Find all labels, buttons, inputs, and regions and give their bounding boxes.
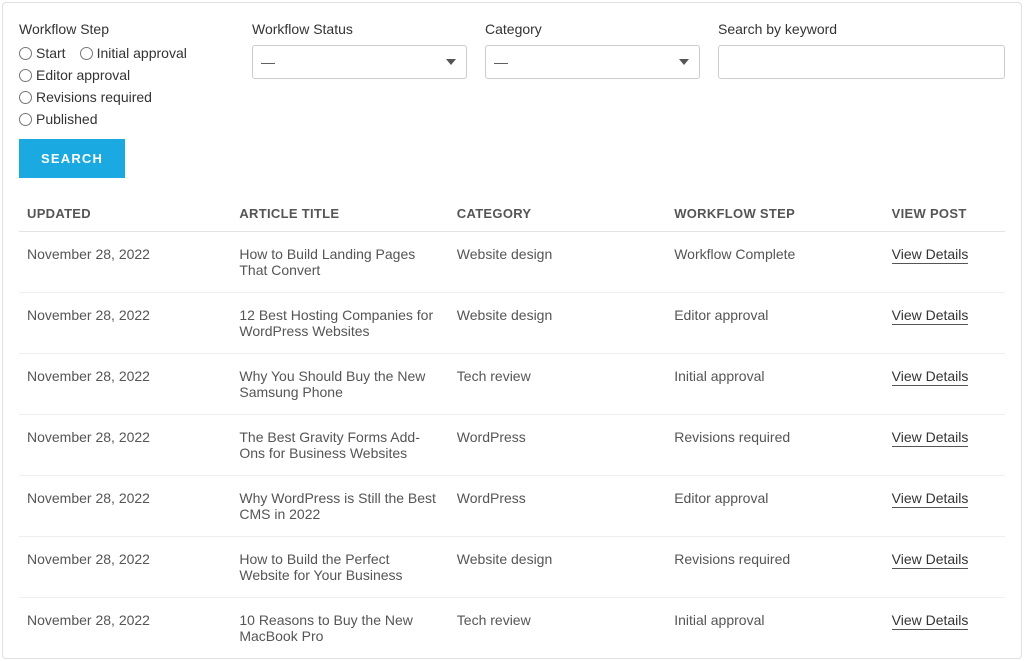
category-label: Category <box>485 21 700 37</box>
cell-step: Workflow Complete <box>666 232 883 293</box>
cell-step: Editor approval <box>666 293 883 354</box>
radio-published-input[interactable] <box>19 113 32 126</box>
cell-updated: November 28, 2022 <box>19 415 231 476</box>
view-details-link[interactable]: View Details <box>892 429 969 447</box>
col-header-view: VIEW POST <box>884 196 1005 232</box>
col-header-updated: UPDATED <box>19 196 231 232</box>
workflow-status-filter: Workflow Status — <box>252 21 467 79</box>
cell-updated: November 28, 2022 <box>19 598 231 659</box>
workflow-step-radios: Start Initial approval Editor approval R… <box>19 45 234 127</box>
cell-title: Why WordPress is Still the Best CMS in 2… <box>231 476 448 537</box>
cell-step: Initial approval <box>666 598 883 659</box>
results-table: UPDATED ARTICLE TITLE CATEGORY WORKFLOW … <box>19 196 1005 658</box>
radio-initial-approval-label: Initial approval <box>97 45 187 61</box>
cell-step: Initial approval <box>666 354 883 415</box>
view-details-link[interactable]: View Details <box>892 612 969 630</box>
cell-view: View Details <box>884 476 1005 537</box>
cell-category: Website design <box>449 232 666 293</box>
workflow-step-label: Workflow Step <box>19 21 234 37</box>
workflow-status-select[interactable]: — <box>252 45 467 79</box>
view-details-link[interactable]: View Details <box>892 246 969 264</box>
keyword-filter: Search by keyword <box>718 21 1005 79</box>
radio-start[interactable]: Start <box>19 45 66 61</box>
radio-editor-approval-label: Editor approval <box>36 67 130 83</box>
category-filter: Category — <box>485 21 700 79</box>
table-row: November 28, 2022How to Build Landing Pa… <box>19 232 1005 293</box>
cell-step: Editor approval <box>666 476 883 537</box>
radio-revisions-required-label: Revisions required <box>36 89 152 105</box>
view-details-link[interactable]: View Details <box>892 368 969 386</box>
view-details-link[interactable]: View Details <box>892 307 969 325</box>
radio-published[interactable]: Published <box>19 111 98 127</box>
cell-view: View Details <box>884 354 1005 415</box>
cell-view: View Details <box>884 598 1005 659</box>
col-header-category: CATEGORY <box>449 196 666 232</box>
table-row: November 28, 2022The Best Gravity Forms … <box>19 415 1005 476</box>
cell-step: Revisions required <box>666 537 883 598</box>
view-details-link[interactable]: View Details <box>892 551 969 569</box>
col-header-step: WORKFLOW STEP <box>666 196 883 232</box>
radio-start-input[interactable] <box>19 47 32 60</box>
workflow-status-label: Workflow Status <box>252 21 467 37</box>
cell-category: WordPress <box>449 415 666 476</box>
cell-view: View Details <box>884 293 1005 354</box>
cell-updated: November 28, 2022 <box>19 232 231 293</box>
radio-editor-approval-input[interactable] <box>19 69 32 82</box>
cell-title: How to Build Landing Pages That Convert <box>231 232 448 293</box>
cell-category: Tech review <box>449 354 666 415</box>
cell-title: 10 Reasons to Buy the New MacBook Pro <box>231 598 448 659</box>
keyword-input[interactable] <box>718 45 1005 79</box>
cell-category: Website design <box>449 293 666 354</box>
cell-view: View Details <box>884 537 1005 598</box>
cell-title: How to Build the Perfect Website for You… <box>231 537 448 598</box>
radio-editor-approval[interactable]: Editor approval <box>19 67 130 83</box>
view-details-link[interactable]: View Details <box>892 490 969 508</box>
cell-title: 12 Best Hosting Companies for WordPress … <box>231 293 448 354</box>
table-row: November 28, 2022Why WordPress is Still … <box>19 476 1005 537</box>
col-header-title: ARTICLE TITLE <box>231 196 448 232</box>
radio-initial-approval[interactable]: Initial approval <box>80 45 187 61</box>
filters-row: Workflow Step Start Initial approval Edi… <box>19 21 1005 127</box>
cell-view: View Details <box>884 232 1005 293</box>
cell-updated: November 28, 2022 <box>19 476 231 537</box>
cell-category: WordPress <box>449 476 666 537</box>
cell-updated: November 28, 2022 <box>19 537 231 598</box>
cell-updated: November 28, 2022 <box>19 293 231 354</box>
cell-category: Tech review <box>449 598 666 659</box>
search-button[interactable]: SEARCH <box>19 139 125 178</box>
radio-revisions-required[interactable]: Revisions required <box>19 89 152 105</box>
table-row: November 28, 202210 Reasons to Buy the N… <box>19 598 1005 659</box>
radio-initial-approval-input[interactable] <box>80 47 93 60</box>
cell-title: Why You Should Buy the New Samsung Phone <box>231 354 448 415</box>
cell-step: Revisions required <box>666 415 883 476</box>
cell-title: The Best Gravity Forms Add-Ons for Busin… <box>231 415 448 476</box>
radio-revisions-required-input[interactable] <box>19 91 32 104</box>
keyword-label: Search by keyword <box>718 21 1005 37</box>
table-row: November 28, 202212 Best Hosting Compani… <box>19 293 1005 354</box>
cell-category: Website design <box>449 537 666 598</box>
workflow-panel: Workflow Step Start Initial approval Edi… <box>2 2 1022 659</box>
table-row: November 28, 2022Why You Should Buy the … <box>19 354 1005 415</box>
workflow-step-filter: Workflow Step Start Initial approval Edi… <box>19 21 234 127</box>
cell-view: View Details <box>884 415 1005 476</box>
table-row: November 28, 2022How to Build the Perfec… <box>19 537 1005 598</box>
radio-published-label: Published <box>36 111 98 127</box>
radio-start-label: Start <box>36 45 66 61</box>
cell-updated: November 28, 2022 <box>19 354 231 415</box>
category-select[interactable]: — <box>485 45 700 79</box>
